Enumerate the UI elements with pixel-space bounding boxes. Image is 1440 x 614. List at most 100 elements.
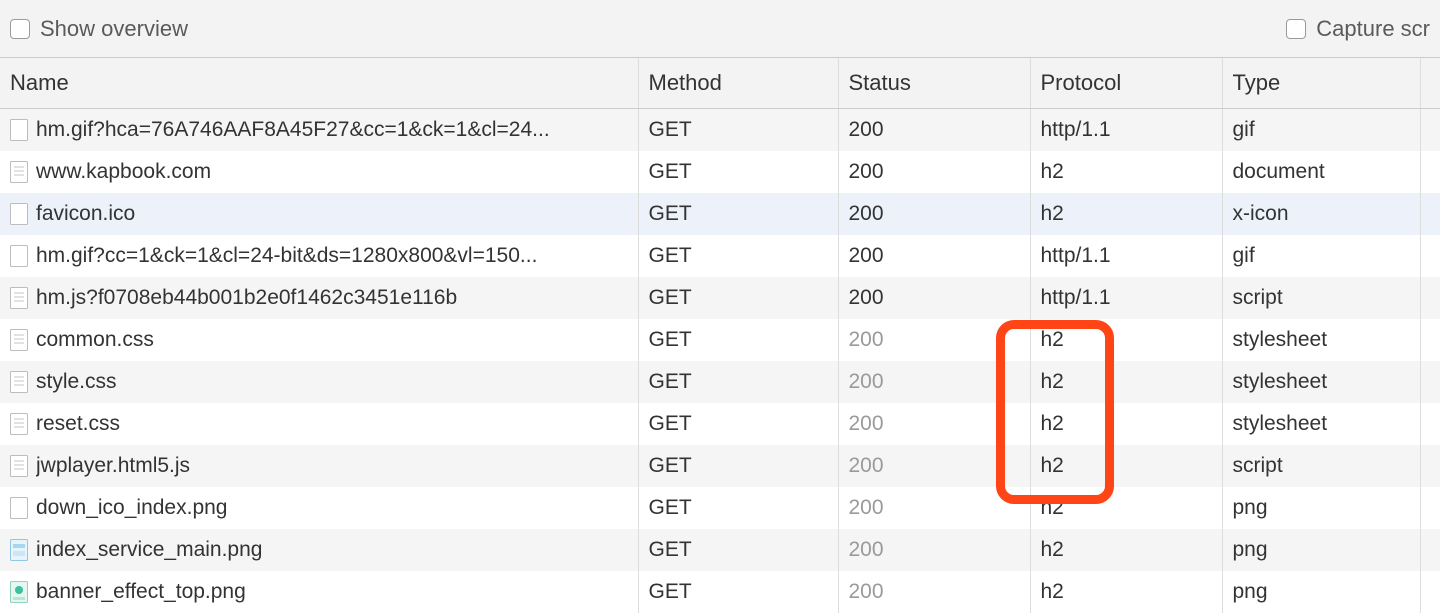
request-name: down_ico_index.png	[36, 487, 227, 529]
request-type: gif	[1222, 235, 1420, 277]
request-protocol: h2	[1030, 151, 1222, 193]
request-protocol: h2	[1030, 403, 1222, 445]
file-type-icon	[10, 329, 28, 351]
request-protocol: h2	[1030, 193, 1222, 235]
cell-more	[1420, 529, 1440, 571]
header-protocol[interactable]: Protocol	[1030, 58, 1222, 109]
table-row[interactable]: down_ico_index.png GET200h2png	[0, 487, 1440, 529]
file-type-icon	[10, 119, 28, 141]
request-method: GET	[638, 277, 838, 319]
request-protocol: h2	[1030, 361, 1222, 403]
request-protocol: h2	[1030, 529, 1222, 571]
cell-more	[1420, 487, 1440, 529]
request-name: www.kapbook.com	[36, 151, 211, 193]
request-status: 200	[838, 445, 1030, 487]
request-name: hm.gif?hca=76A746AAF8A45F27&cc=1&ck=1&cl…	[36, 109, 550, 151]
header-name[interactable]: Name	[0, 58, 638, 109]
request-name: favicon.ico	[36, 193, 135, 235]
request-protocol: http/1.1	[1030, 277, 1222, 319]
checkbox-icon[interactable]	[10, 19, 30, 39]
header-status[interactable]: Status	[838, 58, 1030, 109]
network-toolbar: Show overview Capture scr	[0, 0, 1440, 58]
request-status: 200	[838, 361, 1030, 403]
request-type: stylesheet	[1222, 403, 1420, 445]
file-type-icon	[10, 287, 28, 309]
request-method: GET	[638, 487, 838, 529]
cell-more	[1420, 319, 1440, 361]
request-name: hm.js?f0708eb44b001b2e0f1462c3451e116b	[36, 277, 457, 319]
file-type-icon	[10, 581, 28, 603]
header-type[interactable]: Type	[1222, 58, 1420, 109]
table-header-row: Name Method Status Protocol Type	[0, 58, 1440, 109]
request-method: GET	[638, 445, 838, 487]
table-row[interactable]: www.kapbook.com GET200h2document	[0, 151, 1440, 193]
table-row[interactable]: hm.js?f0708eb44b001b2e0f1462c3451e116b GE…	[0, 277, 1440, 319]
request-type: document	[1222, 151, 1420, 193]
request-type: png	[1222, 529, 1420, 571]
request-status: 200	[838, 487, 1030, 529]
request-status: 200	[838, 319, 1030, 361]
request-protocol: h2	[1030, 487, 1222, 529]
request-name: reset.css	[36, 403, 120, 445]
checkbox-icon[interactable]	[1286, 19, 1306, 39]
request-status: 200	[838, 109, 1030, 152]
request-type: png	[1222, 487, 1420, 529]
request-name: jwplayer.html5.js	[36, 445, 190, 487]
request-method: GET	[638, 193, 838, 235]
file-type-icon	[10, 539, 28, 561]
request-status: 200	[838, 193, 1030, 235]
table-row[interactable]: hm.gif?hca=76A746AAF8A45F27&cc=1&ck=1&cl…	[0, 109, 1440, 152]
request-status: 200	[838, 571, 1030, 613]
request-type: script	[1222, 277, 1420, 319]
cell-more	[1420, 109, 1440, 152]
table-row[interactable]: hm.gif?cc=1&ck=1&cl=24-bit&ds=1280x800&v…	[0, 235, 1440, 277]
request-status: 200	[838, 403, 1030, 445]
cell-more	[1420, 571, 1440, 613]
file-type-icon	[10, 497, 28, 519]
request-protocol: h2	[1030, 319, 1222, 361]
table-row[interactable]: style.cssGET200h2stylesheet	[0, 361, 1440, 403]
cell-more	[1420, 235, 1440, 277]
request-status: 200	[838, 529, 1030, 571]
request-method: GET	[638, 151, 838, 193]
request-name: common.css	[36, 319, 154, 361]
request-protocol: h2	[1030, 445, 1222, 487]
request-protocol: http/1.1	[1030, 235, 1222, 277]
cell-more	[1420, 193, 1440, 235]
table-row[interactable]: common.cssGET200h2stylesheet	[0, 319, 1440, 361]
header-more[interactable]	[1420, 58, 1440, 109]
cell-more	[1420, 403, 1440, 445]
file-type-icon	[10, 161, 28, 183]
table-row[interactable]: banner_effect_top.pngGET200h2png	[0, 571, 1440, 613]
request-method: GET	[638, 361, 838, 403]
cell-more	[1420, 445, 1440, 487]
header-method[interactable]: Method	[638, 58, 838, 109]
request-status: 200	[838, 277, 1030, 319]
request-protocol: http/1.1	[1030, 109, 1222, 152]
request-method: GET	[638, 235, 838, 277]
table-row[interactable]: favicon.icoGET200h2x-icon	[0, 193, 1440, 235]
request-status: 200	[838, 151, 1030, 193]
cell-more	[1420, 151, 1440, 193]
file-type-icon	[10, 203, 28, 225]
request-method: GET	[638, 529, 838, 571]
table-row[interactable]: reset.cssGET200h2stylesheet	[0, 403, 1440, 445]
network-table: Name Method Status Protocol Type hm.gif?…	[0, 58, 1440, 613]
request-type: gif	[1222, 109, 1420, 152]
request-type: script	[1222, 445, 1420, 487]
capture-screenshot-toggle[interactable]: Capture scr	[1286, 16, 1430, 42]
cell-more	[1420, 361, 1440, 403]
table-row[interactable]: jwplayer.html5.js GET200h2script	[0, 445, 1440, 487]
request-type: png	[1222, 571, 1420, 613]
request-protocol: h2	[1030, 571, 1222, 613]
file-type-icon	[10, 371, 28, 393]
file-type-icon	[10, 413, 28, 435]
request-status: 200	[838, 235, 1030, 277]
show-overview-label: Show overview	[40, 16, 188, 42]
request-name: banner_effect_top.png	[36, 571, 246, 613]
request-name: index_service_main.png	[36, 529, 262, 571]
request-method: GET	[638, 109, 838, 152]
table-row[interactable]: index_service_main.png GET200h2png	[0, 529, 1440, 571]
show-overview-toggle[interactable]: Show overview	[10, 16, 188, 42]
capture-label: Capture scr	[1316, 16, 1430, 42]
